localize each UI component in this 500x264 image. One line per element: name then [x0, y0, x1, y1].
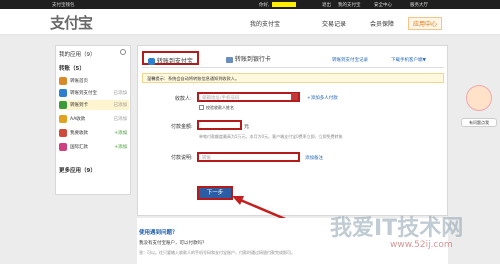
watermark-url: www.52ij.com: [390, 240, 453, 250]
faq-question[interactable]: 我没有支付宝账户，可以付款吗？: [139, 240, 207, 246]
watermark-text: 我爱IT技术网: [330, 216, 464, 241]
help-widget-label[interactable]: 有问题点我: [461, 118, 497, 127]
help-avatar-icon[interactable]: [466, 85, 492, 111]
faq-answer: 答：可以。往只要输入收款人的手机号码和支付宝账户，付款时通过网银付款完成即可。: [139, 250, 295, 255]
faq-title: 使用遇到问题？: [139, 230, 178, 236]
